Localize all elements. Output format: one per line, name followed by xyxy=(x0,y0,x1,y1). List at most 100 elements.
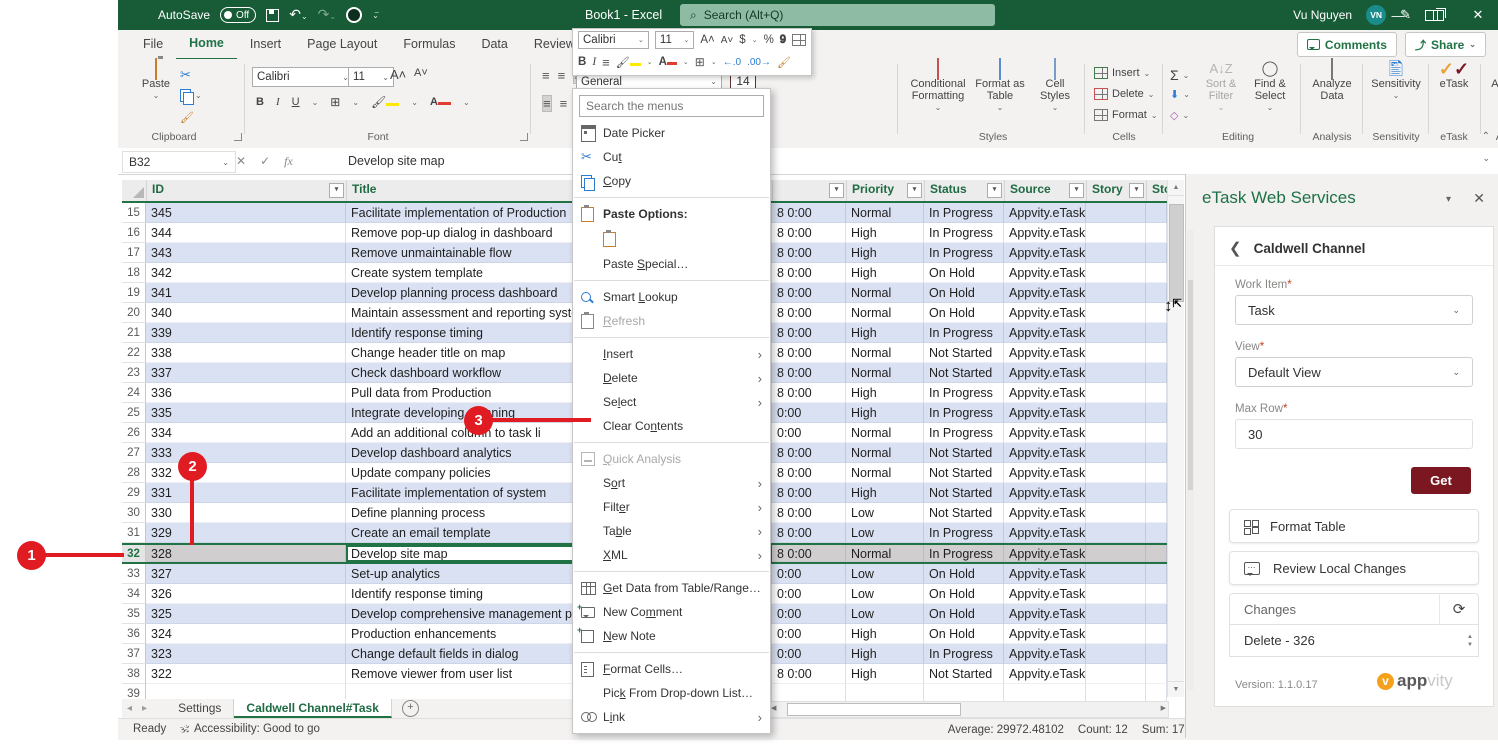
row-number[interactable]: 16 xyxy=(122,223,146,243)
cell[interactable]: 8 0:00 xyxy=(772,545,846,562)
cell[interactable]: In Progress xyxy=(924,203,1004,223)
font-size-combo[interactable]: 11⌄ xyxy=(348,67,394,87)
cell[interactable]: Low xyxy=(846,564,924,584)
cell[interactable] xyxy=(1146,664,1167,684)
cell[interactable] xyxy=(1146,343,1167,363)
restore-button[interactable] xyxy=(1418,0,1458,30)
cell[interactable] xyxy=(1086,463,1146,483)
mini-border-grid-icon[interactable]: ⊞ xyxy=(695,55,705,69)
fill-icon[interactable]: ⬇⌄ xyxy=(1170,88,1190,101)
cell[interactable]: Normal xyxy=(846,303,924,323)
paste-option-keep-source[interactable] xyxy=(573,226,770,252)
column-header-date[interactable]: ▾ xyxy=(773,180,847,201)
menu-item-date-picker[interactable]: Date Picker xyxy=(573,121,770,145)
cell[interactable] xyxy=(1146,545,1167,562)
cell[interactable]: 8 0:00 xyxy=(772,664,846,684)
cell[interactable] xyxy=(1086,604,1146,624)
cell[interactable]: High xyxy=(846,323,924,343)
cell[interactable] xyxy=(1146,584,1167,604)
cell[interactable]: 345 xyxy=(146,203,346,223)
row-number[interactable]: 20 xyxy=(122,303,146,323)
row-number[interactable]: 38 xyxy=(122,664,146,684)
cell[interactable]: Appvity.eTask xyxy=(1004,403,1086,423)
horizontal-scrollbar[interactable]: ◀ ▶ xyxy=(768,701,1169,718)
pane-scrollbar[interactable] xyxy=(1187,230,1194,690)
row-number[interactable]: 17 xyxy=(122,243,146,263)
cell[interactable]: Not Started xyxy=(924,503,1004,523)
row-number[interactable]: 30 xyxy=(122,503,146,523)
cancel-icon[interactable]: ✕ xyxy=(236,154,246,168)
row-number[interactable]: 31 xyxy=(122,523,146,543)
cell[interactable]: In Progress xyxy=(924,523,1004,543)
cell[interactable] xyxy=(1146,423,1167,443)
cell[interactable] xyxy=(1146,503,1167,523)
cell[interactable]: 325 xyxy=(146,604,346,624)
cell[interactable] xyxy=(1146,403,1167,423)
cell[interactable]: 8 0:00 xyxy=(772,283,846,303)
etask-button[interactable]: ✓✓eTask xyxy=(1432,63,1476,90)
row-number[interactable]: 34 xyxy=(122,584,146,604)
scroll-right-icon[interactable]: ▶ xyxy=(1161,704,1166,712)
close-button[interactable]: ✕ xyxy=(1458,0,1498,30)
work-item-select[interactable]: Task⌄ xyxy=(1235,295,1473,325)
cell[interactable]: Appvity.eTask xyxy=(1004,283,1086,303)
filter-icon[interactable]: ▾ xyxy=(907,183,922,198)
cell[interactable]: 339 xyxy=(146,323,346,343)
cell[interactable]: 331 xyxy=(146,483,346,503)
cell[interactable]: On Hold xyxy=(924,263,1004,283)
sheet-nav-right-icon[interactable]: ▸ xyxy=(137,703,152,714)
mini-borders-icon[interactable]: ≡ xyxy=(602,55,610,70)
filter-icon[interactable]: ▾ xyxy=(987,183,1002,198)
cell[interactable]: 337 xyxy=(146,363,346,383)
cell[interactable]: Appvity.eTask xyxy=(1004,604,1086,624)
mini-grow-font-icon[interactable]: A˄ xyxy=(700,34,714,46)
underline-icon[interactable]: U xyxy=(292,96,300,108)
menu-item-xml[interactable]: XML› xyxy=(573,543,770,567)
cell[interactable]: In Progress xyxy=(924,323,1004,343)
fx-icon[interactable]: fx xyxy=(284,154,293,169)
sheet-tab-caldwell[interactable]: Caldwell Channel#Task xyxy=(234,699,392,718)
comments-button[interactable]: Comments xyxy=(1297,32,1397,57)
cell[interactable]: Not Started xyxy=(924,363,1004,383)
cell[interactable]: Appvity.eTask xyxy=(1004,564,1086,584)
cell[interactable]: 0:00 xyxy=(772,564,846,584)
cell[interactable]: 335 xyxy=(146,403,346,423)
menu-item-delete[interactable]: Delete› xyxy=(573,366,770,390)
refresh-changes-icon[interactable]: ⟳ xyxy=(1439,593,1478,625)
cell[interactable]: 8 0:00 xyxy=(772,343,846,363)
back-chevron-icon[interactable]: ❮ xyxy=(1229,239,1242,257)
cell[interactable] xyxy=(1146,644,1167,664)
cell[interactable]: 323 xyxy=(146,644,346,664)
spinner-icons[interactable]: ▲▼ xyxy=(1462,625,1478,657)
ribbon-tab-insert[interactable]: Insert xyxy=(237,30,294,59)
pane-menu-icon[interactable]: ▾ xyxy=(1446,194,1451,205)
row-number[interactable]: 37 xyxy=(122,644,146,664)
cell[interactable]: 328 xyxy=(146,545,346,562)
menu-item-filter[interactable]: Filter› xyxy=(573,495,770,519)
row-number[interactable]: 18 xyxy=(122,263,146,283)
mini-italic-icon[interactable]: I xyxy=(592,56,596,68)
row-number[interactable]: 15 xyxy=(122,203,146,223)
cell[interactable] xyxy=(1146,243,1167,263)
collapse-ribbon-icon[interactable]: ⌃ xyxy=(1482,131,1490,142)
cell[interactable]: 8 0:00 xyxy=(772,523,846,543)
menu-item-link[interactable]: Link› xyxy=(573,705,770,729)
conditional-formatting-button[interactable]: Conditional Formatting⌄ xyxy=(907,63,969,114)
column-header-story[interactable]: Story▾ xyxy=(1087,180,1147,201)
ribbon-tab-page-layout[interactable]: Page Layout xyxy=(294,30,390,59)
row-number[interactable]: 29 xyxy=(122,483,146,503)
align-center-icon[interactable]: ≡ xyxy=(560,96,568,111)
cell[interactable]: Appvity.eTask xyxy=(1004,243,1086,263)
cell[interactable]: 0:00 xyxy=(772,423,846,443)
cell[interactable]: 8 0:00 xyxy=(772,443,846,463)
get-button[interactable]: Get xyxy=(1411,467,1471,494)
menu-item-pick-from-drop-down-list[interactable]: Pick From Drop-down List… xyxy=(573,681,770,705)
menu-item-get-data-from-table-range[interactable]: Get Data from Table/Range… xyxy=(573,576,770,600)
menu-item-table[interactable]: Table› xyxy=(573,519,770,543)
cell[interactable]: 334 xyxy=(146,423,346,443)
cell[interactable]: 8 0:00 xyxy=(772,263,846,283)
cell[interactable]: 8 0:00 xyxy=(772,203,846,223)
select-all-corner[interactable] xyxy=(122,180,147,201)
cell[interactable] xyxy=(1146,604,1167,624)
sheet-tab-settings[interactable]: Settings xyxy=(166,699,234,718)
